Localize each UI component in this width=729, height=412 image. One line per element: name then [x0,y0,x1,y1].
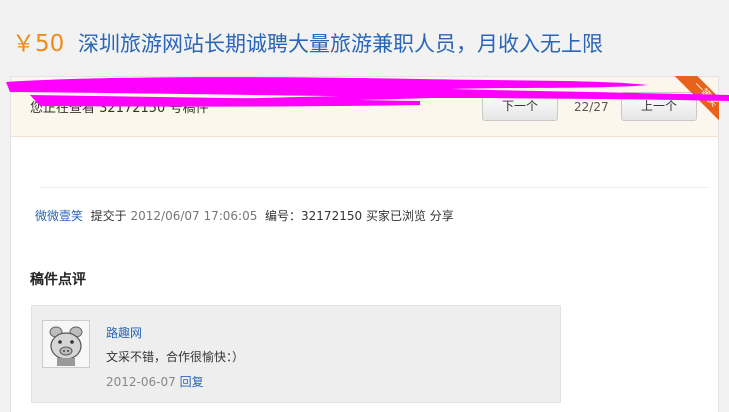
pig-avatar-icon [43,321,89,367]
review-heading: 稿件点评 [30,272,86,288]
review-text: 文采不错，合作很愉快：） [106,350,245,364]
review-date: 2012-06-07 [106,375,176,389]
review-footer: 2012-06-07 回复 [106,373,204,390]
avatar[interactable] [42,320,90,368]
reviewer-link[interactable]: 路趣网 [106,324,142,341]
review-item: 路趣网 文采不错，合作很愉快：） 2012-06-07 回复 [31,305,561,403]
divider [41,187,709,188]
redaction-scribble [6,77,729,107]
submitted-time: 2012/06/07 17:06:05 [130,209,258,223]
author-link[interactable]: 微微壹笑 [35,209,83,223]
reply-link[interactable]: 回复 [180,375,204,389]
manuscript-card: 您正在查看 32172150 号稿件 下一个 22/27 上一个 一等奖 微微壹… [10,76,719,412]
submission-meta: 微微壹笑 提交于 2012/06/07 17:06:05 编号：32172150… [35,207,454,224]
submitted-label: 提交于 [90,209,127,223]
task-header: ￥50 深圳旅游网站长期诚聘大量旅游兼职人员，月收入无上限 [0,0,729,72]
manuscript-number: 32172150 [301,209,363,223]
task-price: ￥50 [12,31,65,57]
share-link[interactable]: 分享 [430,209,454,223]
buyer-status: 买家已浏览 [365,209,426,223]
task-title-link[interactable]: 深圳旅游网站长期诚聘大量旅游兼职人员，月收入无上限 [78,30,603,58]
number-label: 编号： [265,209,302,223]
